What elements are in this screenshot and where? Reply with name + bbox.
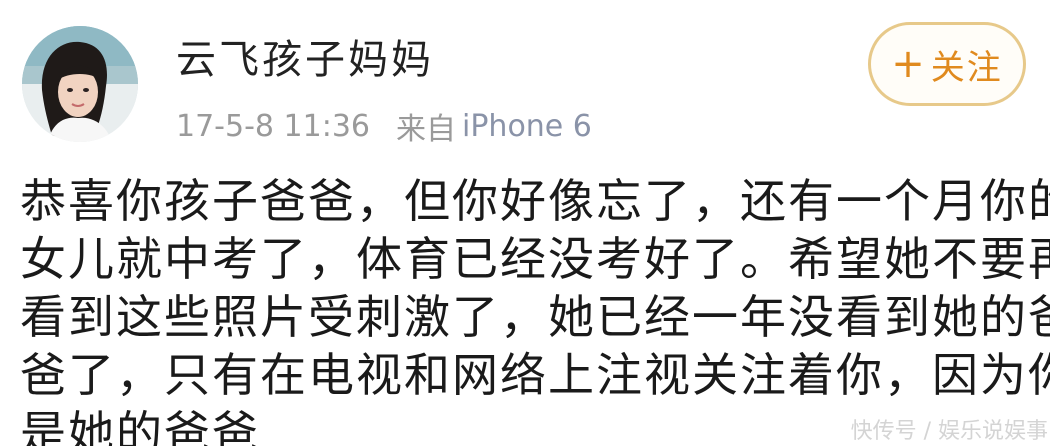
source-device-link[interactable]: iPhone 6 (462, 109, 592, 144)
post-text-line: 看到这些照片受刺激了，她已经一年没看到她的爸 (20, 290, 1050, 344)
post-text-line: 爸了，只有在电视和网络上注视关注着你，因为你 (20, 348, 1050, 402)
post-meta: 17-5-8 11:36 来自 iPhone 6 (176, 104, 592, 148)
profile-photo-icon (22, 26, 138, 142)
author-name[interactable]: 云飞孩子妈妈 (176, 34, 434, 86)
follow-button[interactable]: + 关注 (868, 22, 1026, 106)
source-label: 来自 (396, 112, 456, 147)
post-text-line: 女儿就中考了，体育已经没考好了。希望她不要再 (20, 232, 1050, 286)
post-text-line: 恭喜你孩子爸爸，但你好像忘了，还有一个月你的 (20, 174, 1050, 228)
avatar[interactable] (22, 26, 138, 142)
plus-icon: + (891, 41, 927, 87)
post-timestamp: 17-5-8 11:36 (176, 108, 370, 144)
watermark: 快传号 / 娱乐说娱事 (840, 418, 1058, 446)
follow-label: 关注 (930, 47, 1003, 88)
post-text: 恭喜你孩子爸爸，但你好像忘了，还有一个月你的 女儿就中考了，体育已经没考好了。希… (20, 172, 1050, 446)
